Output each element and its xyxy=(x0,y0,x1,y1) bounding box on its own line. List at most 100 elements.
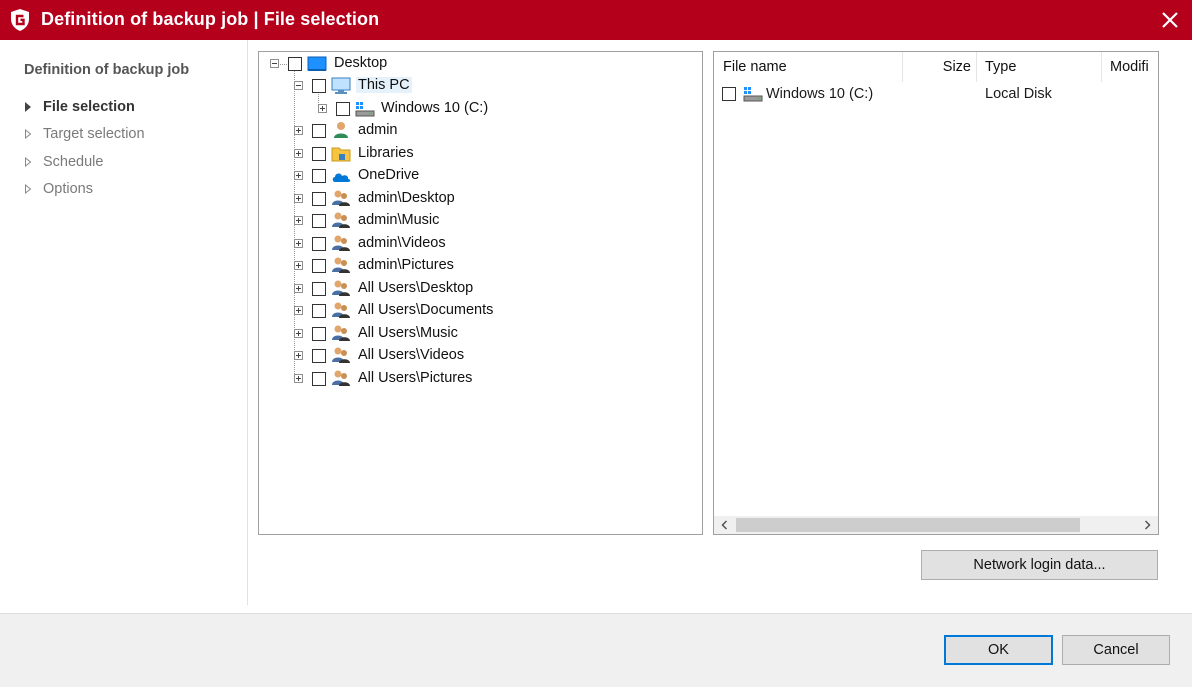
tree-checkbox[interactable] xyxy=(312,214,326,228)
users-group-icon xyxy=(332,257,350,273)
tree-node-label: This PC xyxy=(356,77,412,93)
nav-item-target-selection[interactable]: Target selection xyxy=(24,123,145,145)
column-header-file-name[interactable]: File name xyxy=(714,52,903,82)
tree-node-all-users-pictures[interactable]: All Users\Pictures xyxy=(259,368,699,390)
cancel-button[interactable]: Cancel xyxy=(1062,635,1170,665)
tree-checkbox[interactable] xyxy=(312,304,326,318)
users-group-icon xyxy=(332,325,350,341)
row-type: Local Disk xyxy=(985,86,1052,102)
tree-checkbox[interactable] xyxy=(336,102,350,116)
column-header-type[interactable]: Type xyxy=(977,52,1102,82)
file-list[interactable]: File name Size Type Modifi Windows 10 (C… xyxy=(713,51,1159,535)
tree-checkbox[interactable] xyxy=(312,259,326,273)
table-row[interactable]: Windows 10 (C:) Local Disk xyxy=(714,84,1158,106)
tree-node-all-users-music[interactable]: All Users\Music xyxy=(259,323,699,345)
tree-node-admin[interactable]: admin xyxy=(259,120,699,142)
users-group-icon xyxy=(332,190,350,206)
tree-node-onedrive[interactable]: OneDrive xyxy=(259,165,699,187)
column-header-modified[interactable]: Modifi xyxy=(1102,52,1158,82)
dialog-footer: OK Cancel xyxy=(0,613,1192,687)
list-header: File name Size Type Modifi xyxy=(714,52,1158,82)
expand-toggle[interactable] xyxy=(294,261,303,270)
scroll-right-icon[interactable] xyxy=(1140,518,1154,532)
tree-node-label: admin\Music xyxy=(358,212,440,228)
tree-node-this-pc[interactable]: This PC xyxy=(259,75,699,97)
tree-checkbox[interactable] xyxy=(312,147,326,161)
tree-node-label: admin xyxy=(358,122,398,138)
triangle-right-outline-icon xyxy=(25,184,32,194)
scroll-left-icon[interactable] xyxy=(718,518,732,532)
desktop-icon xyxy=(307,56,327,71)
tree-node-all-users-desktop[interactable]: All Users\Desktop xyxy=(259,278,699,300)
triangle-right-outline-icon xyxy=(25,157,32,167)
tree-node-admin-videos[interactable]: admin\Videos xyxy=(259,233,699,255)
nav-item-schedule[interactable]: Schedule xyxy=(24,151,103,173)
tree-checkbox[interactable] xyxy=(312,79,326,93)
nav-item-file-selection[interactable]: File selection xyxy=(24,96,135,118)
expand-toggle[interactable] xyxy=(294,351,303,360)
tree-checkbox[interactable] xyxy=(312,192,326,206)
tree-checkbox[interactable] xyxy=(312,237,326,251)
expand-toggle[interactable] xyxy=(294,171,303,180)
tree-checkbox[interactable] xyxy=(312,372,326,386)
nav-item-label: Target selection xyxy=(43,126,145,142)
row-checkbox[interactable] xyxy=(722,87,736,101)
tree-node-all-users-documents[interactable]: All Users\Documents xyxy=(259,300,699,322)
collapse-toggle[interactable] xyxy=(270,59,279,68)
nav-item-label: File selection xyxy=(43,99,135,115)
collapse-toggle[interactable] xyxy=(294,81,303,90)
row-file-name: Windows 10 (C:) xyxy=(766,86,874,102)
tree-checkbox[interactable] xyxy=(312,282,326,296)
tree-node-label: admin\Desktop xyxy=(358,190,455,206)
users-group-icon xyxy=(332,280,350,296)
tree-checkbox[interactable] xyxy=(312,124,326,138)
expand-toggle[interactable] xyxy=(294,239,303,248)
expand-toggle[interactable] xyxy=(294,284,303,293)
tree-node-label: Windows 10 (C:) xyxy=(381,100,489,116)
tree-checkbox[interactable] xyxy=(288,57,302,71)
tree-node-label: All Users\Videos xyxy=(358,347,465,363)
tree-node-admin-pictures[interactable]: admin\Pictures xyxy=(259,255,699,277)
tree-node-label: admin\Pictures xyxy=(358,257,454,273)
expand-toggle[interactable] xyxy=(294,194,303,203)
g-data-shield-icon xyxy=(11,9,29,31)
scrollbar-thumb[interactable] xyxy=(736,518,1080,532)
network-login-data-button[interactable]: Network login data... xyxy=(921,550,1158,580)
column-header-size[interactable]: Size xyxy=(903,52,977,82)
folder-tree[interactable]: Desktop This PC Windows 10 (C:) admin Li… xyxy=(258,51,703,535)
expand-toggle[interactable] xyxy=(294,374,303,383)
horizontal-scrollbar[interactable] xyxy=(714,516,1158,534)
tree-checkbox[interactable] xyxy=(312,327,326,341)
tree-checkbox[interactable] xyxy=(312,349,326,363)
tree-node-label: All Users\Documents xyxy=(358,302,494,318)
tree-checkbox[interactable] xyxy=(312,169,326,183)
nav-item-label: Schedule xyxy=(43,154,104,170)
expand-toggle[interactable] xyxy=(294,306,303,315)
nav-item-label: Options xyxy=(43,181,93,197)
expand-toggle[interactable] xyxy=(294,329,303,338)
tree-node-libraries[interactable]: Libraries xyxy=(259,143,699,165)
expand-toggle[interactable] xyxy=(294,126,303,135)
nav-item-options[interactable]: Options xyxy=(24,178,93,200)
expand-toggle[interactable] xyxy=(294,149,303,158)
ok-button[interactable]: OK xyxy=(944,635,1053,665)
window-title: Definition of backup job | File selectio… xyxy=(41,9,380,29)
users-group-icon xyxy=(332,370,350,386)
close-icon[interactable] xyxy=(1158,8,1182,32)
nav-heading: Definition of backup job xyxy=(24,62,190,78)
tree-node-label: All Users\Music xyxy=(358,325,458,341)
this-pc-icon xyxy=(331,77,351,94)
tree-node-label: All Users\Desktop xyxy=(358,280,474,296)
users-group-icon xyxy=(332,212,350,228)
expand-toggle[interactable] xyxy=(318,104,327,113)
tree-node-admin-music[interactable]: admin\Music xyxy=(259,210,699,232)
tree-node-all-users-videos[interactable]: All Users\Videos xyxy=(259,345,699,367)
expand-toggle[interactable] xyxy=(294,216,303,225)
user-icon xyxy=(334,122,348,138)
tree-node-desktop[interactable]: Desktop xyxy=(259,53,699,75)
title-bar: Definition of backup job | File selectio… xyxy=(0,0,1192,40)
tree-node-admin-desktop[interactable]: admin\Desktop xyxy=(259,188,699,210)
users-group-icon xyxy=(332,235,350,251)
tree-node-windows-drive[interactable]: Windows 10 (C:) xyxy=(259,98,699,120)
wizard-nav: Definition of backup job File selection … xyxy=(0,40,248,605)
